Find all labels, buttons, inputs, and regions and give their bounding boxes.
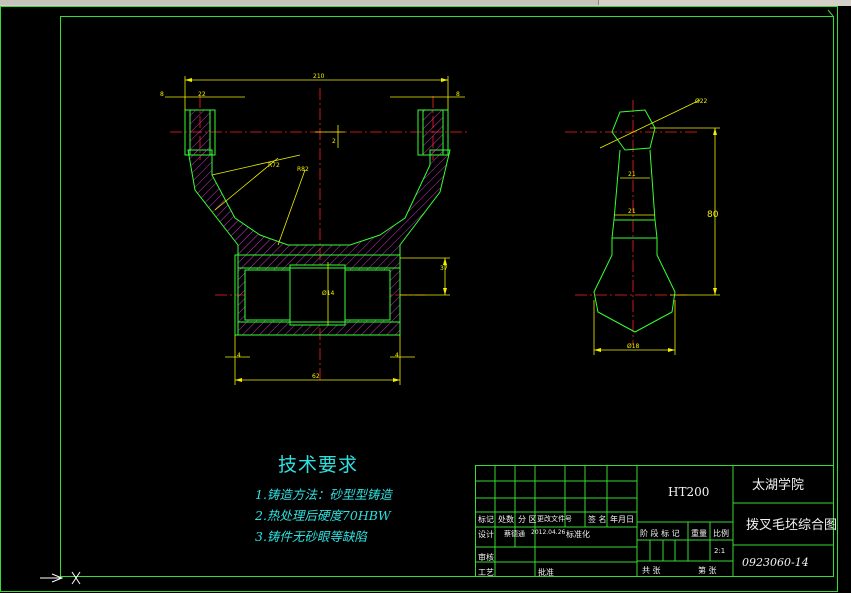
dim-side-width-1: 21 [628,171,636,178]
tb-designer: 设计 [478,530,494,539]
tech-requirement-3: 3.铸件无砂眼等缺陷 [255,529,367,544]
drawing-name: 拨叉毛坯综合图 [746,518,838,533]
dim-bore: Ø14 [322,290,335,297]
drawing-frame [0,6,838,592]
dim-bottom-left: 4 [237,352,241,359]
dim-top-width: 210 [313,73,325,80]
tb-signature: 签 名 [588,515,607,524]
dim-radius-2: R82 [297,166,309,173]
dim-height-right: 37 [440,265,448,272]
dim-side-width-2: 21 [628,208,636,215]
side-view-outline [593,109,676,333]
tb-process: 工艺 [478,568,494,577]
material-label: HT200 [668,485,710,499]
tech-requirement-2: 2.热处理后硬度70HBW [255,508,391,523]
dim-right-gap: 8 [456,91,460,98]
dim-radius-1: R72 [268,162,280,169]
tb-mark: 标记 [478,515,494,524]
tb-designer-name: 蔡德通 [504,530,525,538]
dim-side-height: 80 [707,210,719,220]
tb-zone: 分 区 [518,515,537,524]
dim-left-small: 22 [198,91,206,98]
dim-left-gap: 8 [160,91,164,98]
cad-drawing [0,6,838,592]
tb-approve: 批准 [538,568,554,577]
tb-weight: 重量 [691,529,707,538]
dim-bottom-right: 4 [395,352,399,359]
tb-count: 处数 [498,515,514,524]
school-name: 太湖学院 [752,478,805,493]
tb-change-doc: 更改文件号 [537,515,572,523]
dim-bottom-width: 62 [312,373,320,380]
tech-requirements-title: 技术要求 [278,454,359,476]
side-center-lines [565,100,700,345]
tb-scale-value: 2:1 [714,547,726,555]
tb-design-date: 2012.04.26 [531,529,566,536]
dim-side-bottom: Ø18 [627,343,640,350]
tb-sheet-no: 第 张 [698,566,717,575]
tb-stage-mark: 阶 段 标 记 [640,529,680,538]
drawing-number: 0923060-14 [742,556,809,569]
tb-scale: 比例 [713,529,729,538]
tb-review: 审核 [478,553,494,562]
dim-side-dia: Ø22 [695,98,708,105]
tb-date: 年月日 [610,515,634,524]
dim-center-gap: 2 [332,138,336,145]
tb-standardize: 标准化 [566,530,590,539]
tb-sheets-total: 共 张 [642,566,661,575]
tech-requirement-1: 1.铸造方法：砂型型铸造 [255,487,392,502]
